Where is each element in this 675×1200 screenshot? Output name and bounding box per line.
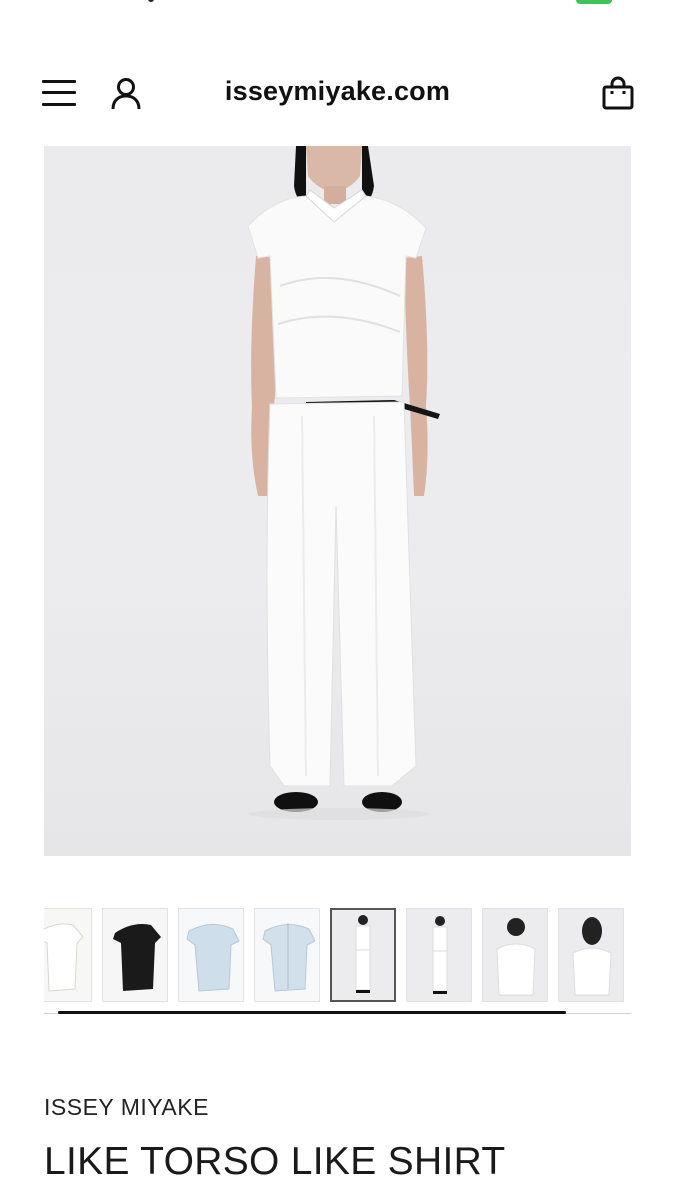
thumbnail-blue-shirt-back[interactable]	[254, 908, 320, 1002]
site-title[interactable]: isseymiyake.com	[0, 76, 675, 107]
status-bar	[0, 0, 675, 40]
product-title: LIKE TORSO LIKE SHIRT	[44, 1140, 506, 1183]
thumbnail-model-half[interactable]	[482, 908, 548, 1002]
status-indicator	[148, 0, 154, 2]
thumbnail-blue-shirt-front[interactable]	[178, 908, 244, 1002]
gallery-scrollbar[interactable]	[58, 1011, 566, 1014]
thumbnail-model-back[interactable]	[558, 908, 624, 1002]
thumbnail-model-full-front[interactable]	[330, 908, 396, 1002]
thumbnail-white-shirt-front[interactable]	[44, 908, 92, 1002]
model-illustration	[247, 146, 440, 820]
thumbnail-gallery[interactable]	[44, 908, 631, 1004]
site-header: isseymiyake.com	[0, 62, 675, 126]
shopping-bag-icon[interactable]	[600, 76, 636, 112]
product-main-image[interactable]	[44, 146, 631, 856]
thumbnail-black-shirt-front[interactable]	[102, 908, 168, 1002]
battery-icon	[576, 0, 612, 4]
thumbnail-model-full-angle[interactable]	[406, 908, 472, 1002]
product-brand: ISSEY MIYAKE	[44, 1094, 209, 1120]
